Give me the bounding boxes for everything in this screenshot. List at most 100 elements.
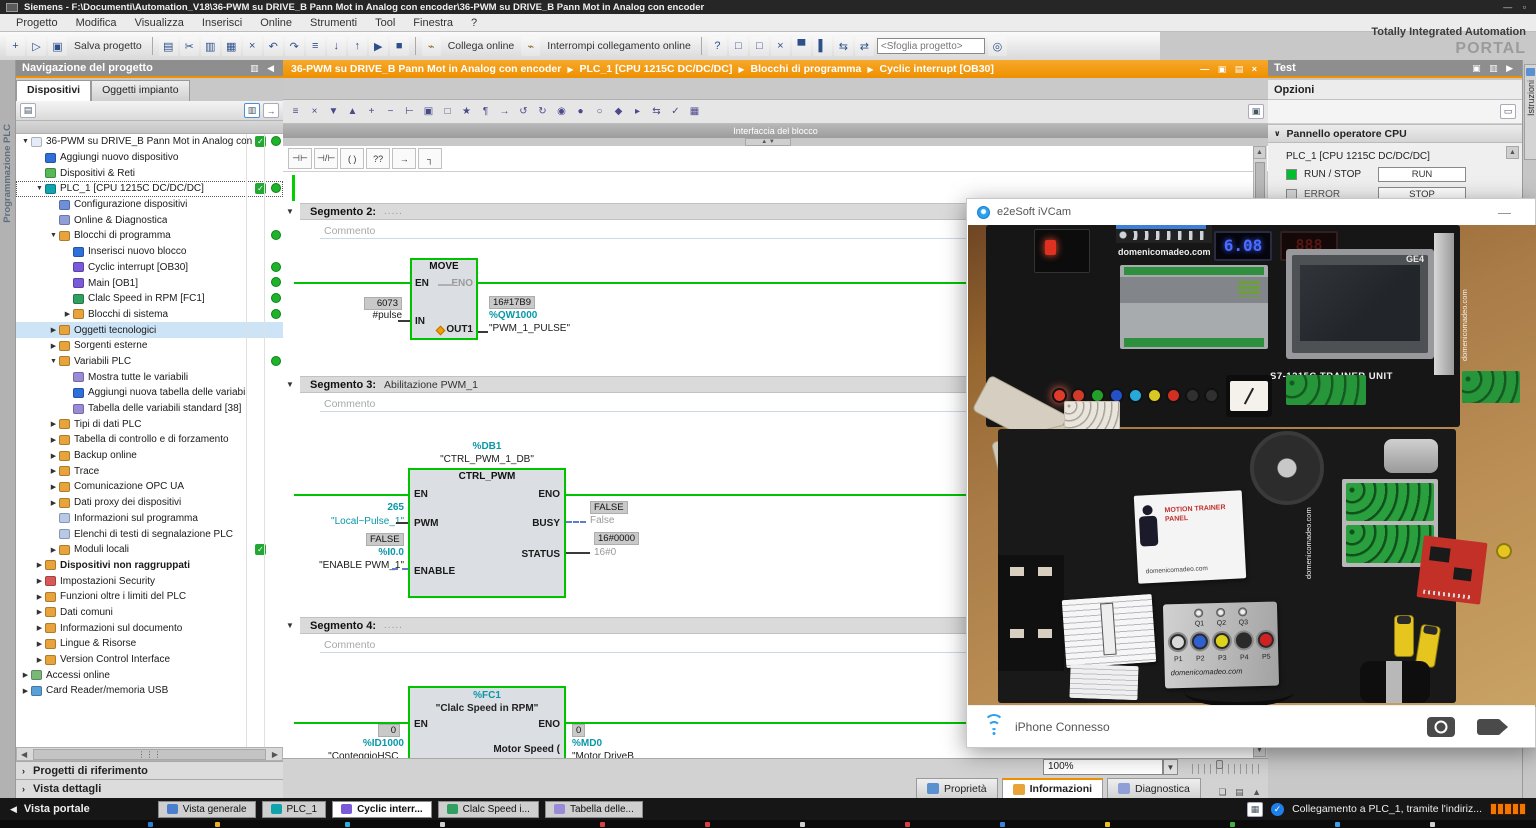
- tree-item[interactable]: Informazioni sul programma✓: [16, 511, 283, 527]
- segment2-collapse-icon[interactable]: ▼: [286, 207, 294, 216]
- reference-projects-bar[interactable]: ›Progetti di riferimento: [16, 761, 283, 779]
- tree-item[interactable]: ▶Oggetti tecnologici✓: [16, 322, 283, 338]
- menu-strumenti[interactable]: Strumenti: [302, 16, 365, 30]
- operand[interactable]: #pulse: [352, 310, 402, 321]
- crossref-icon[interactable]: ⇆: [648, 103, 665, 120]
- paste-icon[interactable]: ▦: [222, 37, 241, 56]
- tree-item[interactable]: ▶Funzioni oltre i limiti del PLC✓: [16, 589, 283, 605]
- ctrl-pwm-block[interactable]: CTRL_PWM EN ENO PWM ENABLE BUSY STATUS: [408, 468, 566, 598]
- tree-item[interactable]: Cyclic interrupt [OB30]✓: [16, 260, 283, 276]
- tree-item[interactable]: Dispositivi & Reti✓: [16, 165, 283, 181]
- delete-icon[interactable]: ×: [243, 37, 262, 56]
- breadcrumb-item[interactable]: Cyclic interrupt [OB30]: [880, 63, 994, 75]
- tree-item[interactable]: ▶Lingue & Risorse✓: [16, 636, 283, 652]
- menu-finestra[interactable]: Finestra: [405, 16, 461, 30]
- monitoring-on-icon[interactable]: ●: [572, 103, 589, 120]
- close-all-icon[interactable]: ×: [771, 37, 790, 56]
- editor-window-controls[interactable]: — ▣ ▤ ×: [1200, 64, 1260, 75]
- open-in-new-editor-icon[interactable]: →: [263, 103, 279, 118]
- crossref-icon[interactable]: ⇆: [834, 37, 853, 56]
- zoom-slider-thumb[interactable]: [1216, 760, 1223, 769]
- go-online-icon[interactable]: ⌁: [422, 37, 441, 56]
- menu-[interactable]: ?: [463, 16, 485, 30]
- tree-item[interactable]: Elenchi di testi di segnalazione PLC✓: [16, 526, 283, 542]
- ivcam-window[interactable]: e2eSoft iVCam — domenicomadeo.com 6.08 8…: [966, 198, 1536, 748]
- empty-box-icon[interactable]: ??: [366, 148, 390, 169]
- window-controls[interactable]: — ▫: [1503, 2, 1530, 12]
- operand-address[interactable]: %QW1000: [489, 310, 537, 321]
- tree-item[interactable]: ▶Sorgenti esterne✓: [16, 338, 283, 354]
- segment4-collapse-icon[interactable]: ▼: [286, 621, 294, 630]
- tree-item[interactable]: Aggiungi nuovo dispositivo✓: [16, 150, 283, 166]
- tree-item[interactable]: ▼Blocchi di programma✓: [16, 228, 283, 244]
- new-project-icon[interactable]: +: [6, 37, 25, 56]
- menu-modifica[interactable]: Modifica: [68, 16, 125, 30]
- modify-value-icon[interactable]: ◆: [610, 103, 627, 120]
- search-project-input[interactable]: [877, 38, 985, 54]
- nc-contact-icon[interactable]: ⊣/⊢: [314, 148, 338, 169]
- go-online-button[interactable]: Collega online: [444, 40, 519, 52]
- delete-row-icon[interactable]: −: [382, 103, 399, 120]
- move-block[interactable]: MOVE EN ENO IN OUT1: [410, 258, 478, 340]
- details-view-bar[interactable]: ›Vista dettagli: [16, 779, 283, 798]
- tree-item[interactable]: ▶Accessi online✓: [16, 667, 283, 683]
- operand[interactable]: "ENABLE PWM_1": [316, 560, 404, 571]
- ladder-branch-icon[interactable]: ⊢: [401, 103, 418, 120]
- save-project-button[interactable]: Salva progetto: [70, 40, 146, 52]
- operand-address[interactable]: %MD0: [572, 738, 602, 749]
- breadcrumb-item[interactable]: PLC_1 [CPU 1215C DC/DC/DC]: [579, 63, 732, 75]
- scroll-up-icon[interactable]: ▲: [1253, 146, 1266, 159]
- interface-splitter-handle[interactable]: ▲ ▼: [745, 138, 791, 146]
- insert-row-icon[interactable]: +: [363, 103, 380, 120]
- insert-block-icon[interactable]: ▣: [420, 103, 437, 120]
- operand-address[interactable]: %ID1000: [330, 738, 404, 749]
- stop-runtime-icon[interactable]: ■: [390, 37, 409, 56]
- tree-item[interactable]: ▼36-PWM su DRIVE_B Pann Mot in Analog co…: [16, 134, 283, 150]
- tree-item[interactable]: ▶Moduli locali✓: [16, 542, 283, 558]
- window-1-icon[interactable]: □: [729, 37, 748, 56]
- menu-progetto[interactable]: Progetto: [8, 16, 66, 30]
- upload-from-device-icon[interactable]: ↑: [348, 37, 367, 56]
- operand[interactable]: "PWM_1_PULSE": [489, 323, 570, 334]
- tree-item[interactable]: Online & Diagnostica✓: [16, 212, 283, 228]
- editor-select-icon[interactable]: ▦: [1247, 802, 1263, 817]
- details-view-icon[interactable]: ▥: [244, 103, 260, 118]
- insert-comment-icon[interactable]: □: [439, 103, 456, 120]
- save-project-icon[interactable]: ▣: [48, 37, 67, 56]
- coil-icon[interactable]: ( ): [340, 148, 364, 169]
- tab-proprieta[interactable]: Proprietà: [916, 778, 998, 798]
- db-name[interactable]: "CTRL_PWM_1_DB": [408, 454, 566, 465]
- open-project-icon[interactable]: ▷: [27, 37, 46, 56]
- compile-icon[interactable]: ≡: [306, 37, 325, 56]
- test-scroll-up-icon[interactable]: ▲: [1506, 146, 1519, 159]
- tree-item[interactable]: Clalc Speed in RPM [FC1]✓: [16, 291, 283, 307]
- tree-item[interactable]: ▼PLC_1 [CPU 1215C DC/DC/DC]✓: [16, 181, 283, 197]
- tree-item[interactable]: ▶Version Control Interface✓: [16, 652, 283, 668]
- run-button[interactable]: RUN: [1378, 167, 1466, 182]
- tree-item[interactable]: Aggiungi nuova tabella delle variabi✓: [16, 385, 283, 401]
- zoom-combobox[interactable]: 100%: [1043, 759, 1163, 775]
- absolute-operands-icon[interactable]: ★: [458, 103, 475, 120]
- tree-item[interactable]: ▶Blocchi di sistema✓: [16, 307, 283, 323]
- taskbar-button[interactable]: Clalc Speed i...: [438, 801, 539, 818]
- check-consistency-icon[interactable]: ✓: [667, 103, 684, 120]
- menu-tool[interactable]: Tool: [367, 16, 403, 30]
- tree-item[interactable]: ▶Dati comuni✓: [16, 605, 283, 621]
- breakpoint-icon[interactable]: ▸: [629, 103, 646, 120]
- breadcrumb-item[interactable]: Blocchi di programma: [751, 63, 862, 75]
- tab-dispositivi[interactable]: Dispositivi: [16, 80, 91, 101]
- split-vertical-icon[interactable]: ▌: [813, 37, 832, 56]
- cut-icon[interactable]: ✂: [180, 37, 199, 56]
- undo-icon[interactable]: ↶: [264, 37, 283, 56]
- tree-item[interactable]: ▼Variabili PLC✓: [16, 354, 283, 370]
- db-address[interactable]: %DB1: [408, 441, 566, 452]
- tree-item[interactable]: Tabella delle variabili standard [38]✓: [16, 401, 283, 417]
- tree-item[interactable]: ▶Dispositivi non raggruppati✓: [16, 558, 283, 574]
- print-icon[interactable]: ▤: [159, 37, 178, 56]
- tree-item[interactable]: ▶Backup online✓: [16, 448, 283, 464]
- update-block-calls-icon[interactable]: ↻: [534, 103, 551, 120]
- tree-item[interactable]: ▶Comunicazione OPC UA✓: [16, 479, 283, 495]
- zoom-dropdown-icon[interactable]: ▼: [1163, 759, 1178, 775]
- window-2-icon[interactable]: □: [750, 37, 769, 56]
- segment4-comment[interactable]: Commento: [320, 638, 1060, 653]
